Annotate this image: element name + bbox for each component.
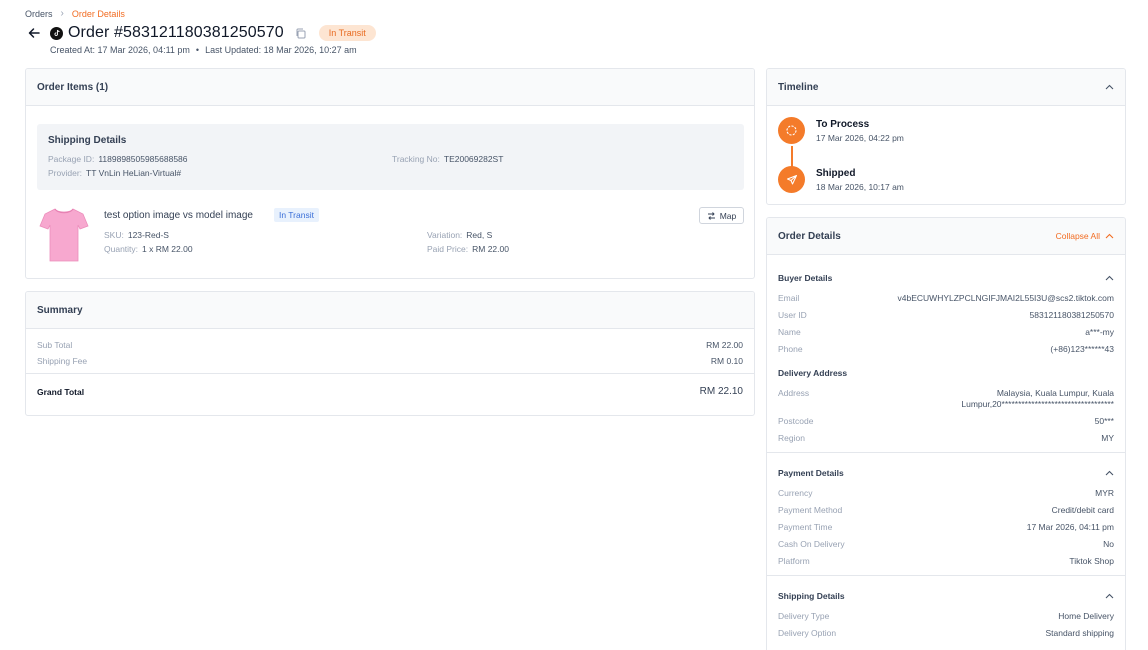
address-line-2: Lumpur,20*******************************… [961, 399, 1114, 409]
shipping-details-section-title: Shipping Details [778, 591, 845, 601]
to-process-icon [778, 117, 805, 144]
subtotal-row: Sub Total RM 22.00 [37, 340, 743, 350]
address-row: Address Malaysia, Kuala Lumpur, Kuala Lu… [778, 388, 1114, 409]
timeline-event-title: To Process [816, 119, 870, 130]
payment-details-header[interactable]: Payment Details [767, 466, 1125, 480]
breadcrumb-orders-link[interactable]: Orders [25, 9, 53, 19]
breadcrumb: Orders › Order Details [25, 8, 125, 19]
page-header: Order #583121180381250570 In Transit [27, 22, 376, 44]
chevron-right-icon: › [60, 8, 64, 19]
buyer-details-title: Buyer Details [778, 273, 833, 283]
variation: Variation: Red, S [427, 230, 493, 240]
map-button-label: Map [719, 210, 737, 221]
map-swap-icon [707, 211, 715, 220]
product-name[interactable]: test option image vs model image [104, 210, 253, 221]
payment-method-row: Payment Method Credit/debit card [778, 505, 1114, 515]
paid-price: Paid Price: RM 22.00 [427, 244, 509, 254]
shipping-fee-row: Shipping Fee RM 0.10 [37, 356, 743, 366]
shipping-details-header[interactable]: Shipping Details [767, 589, 1125, 603]
currency-row: Currency MYR [778, 488, 1114, 498]
back-arrow-icon[interactable] [27, 26, 41, 40]
provider: Provider: TT VnLin HeLian-Virtual# [48, 168, 182, 178]
grand-total-row: Grand Total RM 22.10 [37, 386, 743, 397]
meta-separator: • [195, 45, 200, 55]
last-updated: Last Updated: 18 Mar 2026, 10:27 am [205, 45, 357, 55]
created-at: Created At: 17 Mar 2026, 04:11 pm [50, 45, 190, 55]
chevron-up-icon[interactable] [1105, 84, 1114, 90]
send-icon [778, 166, 805, 193]
page-title: Order #583121180381250570 [68, 24, 284, 41]
summary-title: Summary [37, 304, 83, 316]
tiktok-logo-icon [50, 26, 63, 40]
shipping-details-title: Shipping Details [48, 135, 127, 146]
timeline-card: Timeline To Process 17 Mar 2026, 04:22 p… [766, 68, 1126, 205]
buyer-email-row: Email v4bECUWHYLZPCLNGIFJMAI2L55I3U@scs2.… [778, 293, 1114, 303]
payment-time-row: Payment Time 17 Mar 2026, 04:11 pm [778, 522, 1114, 532]
tracking-no: Tracking No: TE20069282ST [392, 154, 504, 164]
chevron-up-icon [1105, 593, 1114, 599]
collapse-all-label: Collapse All [1055, 231, 1100, 241]
payment-details-title: Payment Details [778, 468, 844, 478]
platform-row: Platform Tiktok Shop [778, 556, 1114, 566]
sku: SKU: 123-Red-S [104, 230, 169, 240]
buyer-phone-row: Phone (+86)123******43 [778, 344, 1114, 354]
buyer-userid-row: User ID 583121180381250570 [778, 310, 1114, 320]
address-line-1: Malaysia, Kuala Lumpur, Kuala [996, 388, 1114, 398]
order-status-badge: In Transit [318, 25, 376, 41]
timeline-event-time: 17 Mar 2026, 04:22 pm [816, 133, 904, 143]
timeline-connector [791, 146, 793, 167]
item-status-tag: In Transit [274, 208, 319, 222]
collapse-all-button[interactable]: Collapse All [1056, 231, 1114, 241]
delivery-option-row: Delivery Option Standard shipping [778, 628, 1114, 638]
delivery-address-title: Delivery Address [778, 368, 848, 378]
delivery-address-header: Delivery Address [767, 366, 1125, 380]
chevron-up-icon [1105, 470, 1114, 476]
delivery-type-row: Delivery Type Home Delivery [778, 611, 1114, 621]
map-button[interactable]: Map [699, 207, 744, 224]
order-items-card: Order Items (1) Shipping Details Package… [25, 68, 755, 279]
order-items-title: Order Items (1) [37, 81, 109, 93]
chevron-up-icon [1105, 275, 1114, 281]
package-id: Package ID: 1189898505985688586 [48, 154, 188, 164]
order-details-card: Order Details Collapse All Buyer Details… [766, 217, 1126, 650]
buyer-name-row: Name a***-my [778, 327, 1114, 337]
cod-row: Cash On Delivery No [778, 539, 1114, 549]
timeline-event: To Process 17 Mar 2026, 04:22 pm [778, 117, 904, 144]
copy-icon[interactable] [295, 28, 306, 39]
buyer-details-header[interactable]: Buyer Details [767, 271, 1125, 285]
region-row: Region MY [778, 433, 1114, 443]
shipping-details-box: Shipping Details Package ID: 118989850598… [37, 124, 744, 190]
product-image[interactable] [39, 206, 89, 263]
breadcrumb-current: Order Details [71, 8, 125, 19]
postcode-row: Postcode 50*** [778, 416, 1114, 426]
timeline-event-time: 18 Mar 2026, 10:17 am [816, 182, 904, 192]
summary-card: Summary Sub Total RM 22.00 Shipping Fee RM… [25, 291, 755, 416]
timeline-title: Timeline [778, 81, 819, 93]
order-details-title: Order Details [778, 230, 841, 242]
timeline-event: Shipped 18 Mar 2026, 10:17 am [778, 166, 904, 193]
chevron-up-icon [1105, 233, 1114, 239]
quantity: Quantity: 1 x RM 22.00 [104, 244, 193, 254]
timeline-event-title: Shipped [816, 168, 856, 179]
order-meta: Created At: 17 Mar 2026, 04:11 pm • Last… [50, 45, 357, 55]
